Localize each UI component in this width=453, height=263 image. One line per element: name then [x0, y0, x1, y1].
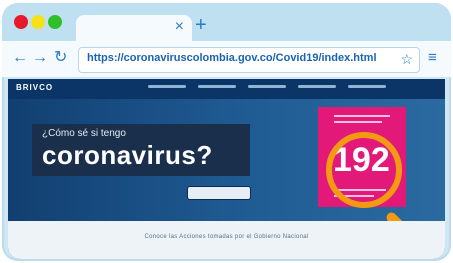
close-window-button[interactable] [14, 15, 28, 29]
hero-title: coronavirus? [42, 140, 213, 170]
forward-icon[interactable]: → [32, 49, 48, 67]
browser-toolbar: ← → ↻ https://coronaviruscolombia.gov.co… [2, 41, 451, 77]
maximize-window-button[interactable] [48, 15, 62, 29]
hero-question: ¿Cómo sé si tengo [42, 128, 126, 139]
site-menu-item[interactable] [248, 85, 286, 88]
site-menu-item[interactable] [148, 85, 186, 88]
tab-close-icon[interactable]: × [175, 18, 184, 36]
title-bar: × + [2, 3, 451, 41]
browser-tab[interactable]: × [76, 15, 192, 41]
back-icon[interactable]: ← [12, 49, 28, 67]
new-tab-button[interactable]: + [195, 15, 207, 35]
site-navigation: BRIVCO [8, 79, 445, 99]
menu-icon[interactable]: ≡ [428, 50, 437, 65]
reload-icon[interactable]: ↻ [54, 49, 67, 67]
bookmark-star-icon[interactable]: ☆ [400, 51, 413, 67]
web-page-content: BRIVCO ¿Cómo sé si tengo coronavirus? 19… [8, 79, 445, 259]
footer-text: Conoce las Acciones tomadas por el Gobie… [144, 234, 309, 240]
hotline-blurred-line [334, 115, 390, 117]
site-menu-item[interactable] [198, 85, 236, 88]
url-text[interactable]: https://coronaviruscolombia.gov.co/Covid… [87, 52, 377, 64]
browser-window: × + ← → ↻ https://coronaviruscolombia.go… [2, 3, 451, 261]
magnifier-icon [326, 132, 402, 208]
site-menu [148, 85, 386, 88]
site-logo[interactable]: BRIVCO [16, 83, 53, 92]
hotline-blurred-line [334, 121, 382, 123]
address-bar[interactable]: https://coronaviruscolombia.gov.co/Covid… [78, 47, 420, 73]
minimize-window-button[interactable] [31, 15, 45, 29]
site-menu-item[interactable] [298, 85, 336, 88]
hero-banner: ¿Cómo sé si tengo coronavirus? 192 [8, 99, 445, 249]
site-menu-item[interactable] [348, 85, 386, 88]
hero-cta-button[interactable] [188, 187, 250, 199]
footer-band [8, 221, 445, 259]
